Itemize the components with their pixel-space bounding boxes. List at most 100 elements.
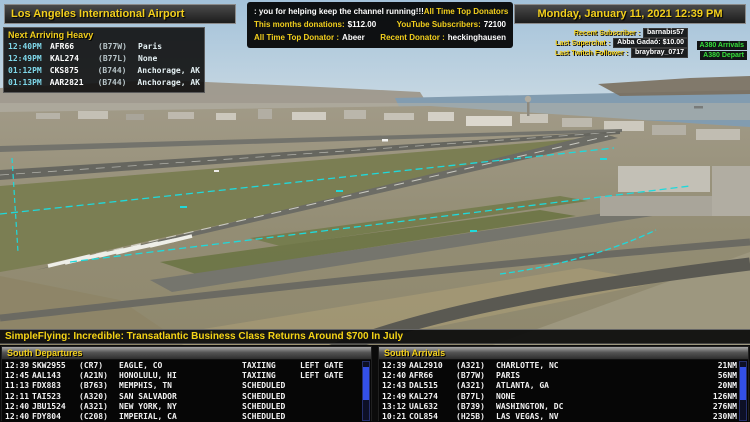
departures-body: 12:39 SKW2955 (CR7) EAGLE, CO TAXIING LEFT GA… <box>2 360 371 422</box>
recent-donator-value: heckinghausen <box>447 33 506 42</box>
departures-header: South Departures <box>2 347 371 360</box>
city-cell: SAN SALVADOR <box>119 391 177 401</box>
a380-badges: A380 Arrivals A380 Depart <box>696 41 747 60</box>
callsign-cell: KAL274 <box>409 391 438 401</box>
south-departures-panel: South Departures 12:39 SKW2955 (CR7) EAGLE,… <box>1 346 372 422</box>
gate-cell <box>300 402 360 412</box>
donation-line-2: This months donations: $112.00 YouTube S… <box>254 18 506 31</box>
distance-cell: 56NM <box>717 371 737 381</box>
callsign-cell: AAL143 <box>32 371 61 381</box>
stream-overlay-root: Los Angeles International Airport Next A… <box>0 0 750 422</box>
city-cell: NONE <box>496 391 516 401</box>
gate-cell: LEFT GATE <box>300 371 344 381</box>
recent-subscriber-label: Recent Subscriber : <box>573 29 641 37</box>
gate-cell <box>300 412 360 422</box>
distance-cell: 230NM <box>712 412 737 422</box>
recent-subscriber-value: barnabis57 <box>643 28 688 38</box>
table-row: 12:49PM KAL274 (B77L) None <box>8 53 200 65</box>
table-row: 12:39 SKW2955 (CR7) EAGLE, CO TAXIING LEFT GA… <box>5 361 360 371</box>
ticker-text: SimpleFlying: Incredible: Transatlantic … <box>5 331 404 342</box>
callsign-cell: AFR66 <box>50 42 75 51</box>
time-cell: 12:40 <box>5 401 30 411</box>
next-arriving-heavy-panel: Next Arriving Heavy 12:40PM AFR66 (B77W) Pa… <box>3 27 205 93</box>
gate-cell <box>300 392 360 402</box>
arrivals-scrollbar[interactable] <box>739 361 747 421</box>
type-cell: (A321) <box>456 381 485 391</box>
table-row: 01:12PM CKS875 (B744) Anchorage, AK <box>8 65 200 77</box>
type-cell: (A320) <box>79 391 108 401</box>
time-cell: 12:45 <box>5 371 30 381</box>
callsign-cell: CKS875 <box>49 66 79 75</box>
type-cell: (B763) <box>79 381 108 391</box>
time-cell: 10:21 <box>382 412 407 422</box>
time-cell: 12:49 <box>382 391 407 401</box>
type-cell: (H25B) <box>456 412 485 422</box>
a380-depart-badge: A380 Depart <box>700 51 747 60</box>
top-donator-value: Abeer <box>342 33 365 42</box>
month-donations-group: This months donations: $112.00 <box>254 18 376 31</box>
airport-title-box: Los Angeles International Airport <box>4 4 236 24</box>
city-cell: WASHINGTON, DC <box>496 401 564 411</box>
arrivals-title: South Arrivals <box>384 348 446 358</box>
city-cell: PARIS <box>496 371 521 381</box>
recent-subscriber-row: Recent Subscriber : barnabis57 <box>574 28 688 38</box>
type-cell: (B77W) <box>456 371 485 381</box>
table-row: 12:40 AFR66 (B77W) PARIS 56NM <box>382 371 737 381</box>
city-cell: CHARLOTTE, NC <box>496 361 559 370</box>
city-cell: NEW YORK, NY <box>119 401 177 411</box>
time-cell: 12:43 <box>382 381 407 391</box>
table-row: 12:39 AAL2910 (A321) CHARLOTTE, NC 21NM <box>382 361 737 371</box>
table-row: 12:45 AAL143 (A21N) HONOLULU, HI TAXIING LEFT… <box>5 371 360 381</box>
callsign-cell: SKW2955 <box>32 361 66 370</box>
arrivals-scrollbar-thumb[interactable] <box>740 366 746 401</box>
time-cell: 01:13PM <box>8 78 42 87</box>
callsign-cell: FDY804 <box>32 412 61 422</box>
type-cell: (A21N) <box>79 371 108 381</box>
recent-donator-group: Recent Donator : heckinghausen <box>380 31 506 44</box>
departures-scrollbar[interactable] <box>362 361 370 421</box>
subscribers-label: YouTube Subscribers: <box>396 20 481 29</box>
table-row: 12:40 FDY804 (C208) IMPERIAL, CA SCHEDULED <box>5 412 360 422</box>
time-cell: 12:40 <box>382 371 407 381</box>
time-cell: 12:39 <box>382 361 407 370</box>
thanks-text: : you for helping keep the channel runni… <box>254 7 424 16</box>
last-superchat-row: Last Superchat : Abba Gadaó: $10.00 <box>555 38 688 48</box>
top-donator-group: All Time Top Donator : Abeer <box>254 31 365 44</box>
type-cell: (B77W) <box>98 42 127 51</box>
last-twitch-follower-row: Last Twitch Follower : braybray_0717 <box>555 48 688 58</box>
distance-cell: 21NM <box>717 361 737 370</box>
table-row: 12:11 TAI523 (A320) SAN SALVADOR SCHEDULED <box>5 392 360 402</box>
datetime-text: Monday, January 11, 2021 12:39 PM <box>537 8 723 20</box>
departures-title: South Departures <box>7 348 83 358</box>
callsign-cell: COL854 <box>409 412 438 422</box>
top-donator-label: All Time Top Donator : <box>254 33 340 42</box>
departures-rows: 12:39 SKW2955 (CR7) EAGLE, CO TAXIING LEFT GA… <box>5 361 360 422</box>
south-arrivals-panel: South Arrivals 12:39 AAL2910 (A321) CHARLOT… <box>378 346 749 422</box>
table-row: 10:21 COL854 (H25B) LAS VEGAS, NV 230NM <box>382 412 737 422</box>
callsign-cell: AAL2910 <box>409 361 443 370</box>
donation-panel: : you for helping keep the channel runni… <box>247 2 513 48</box>
type-cell: (B744) <box>97 66 127 75</box>
warehouses <box>600 166 750 216</box>
table-row: 13:12 UAL632 (B739) WASHINGTON, DC 276NM <box>382 402 737 412</box>
subscribers-group: YouTube Subscribers: 72100 <box>397 18 506 31</box>
next-heavy-rows: 12:40PM AFR66 (B77W) Paris 12:49PM KAL274 (B77… <box>8 41 200 89</box>
recent-donator-label: Recent Donator : <box>380 33 445 42</box>
a380-arrivals-badge: A380 Arrivals <box>696 41 747 50</box>
last-superchat-label: Last Superchat : <box>555 39 611 47</box>
type-cell: (A321) <box>456 361 485 370</box>
callsign-cell: UAL632 <box>409 401 438 411</box>
month-donations-label: This months donations: <box>254 20 345 29</box>
gate-cell <box>300 381 360 391</box>
donation-line-3: All Time Top Donator : Abeer Recent Dona… <box>254 31 506 44</box>
callsign-cell: AFR66 <box>409 371 434 381</box>
news-ticker: SimpleFlying: Incredible: Transatlantic … <box>0 329 750 344</box>
subscribers-value: 72100 <box>483 20 506 29</box>
time-cell: 11:13 <box>5 381 30 391</box>
departures-scrollbar-thumb[interactable] <box>363 366 369 401</box>
time-cell: 13:12 <box>382 401 407 411</box>
arrivals-rows: 12:39 AAL2910 (A321) CHARLOTTE, NC 21NM 12:40… <box>382 361 737 422</box>
page-title: Los Angeles International Airport <box>11 8 185 20</box>
time-cell: 12:49PM <box>8 54 42 63</box>
gate-cell: LEFT GATE <box>300 361 344 370</box>
